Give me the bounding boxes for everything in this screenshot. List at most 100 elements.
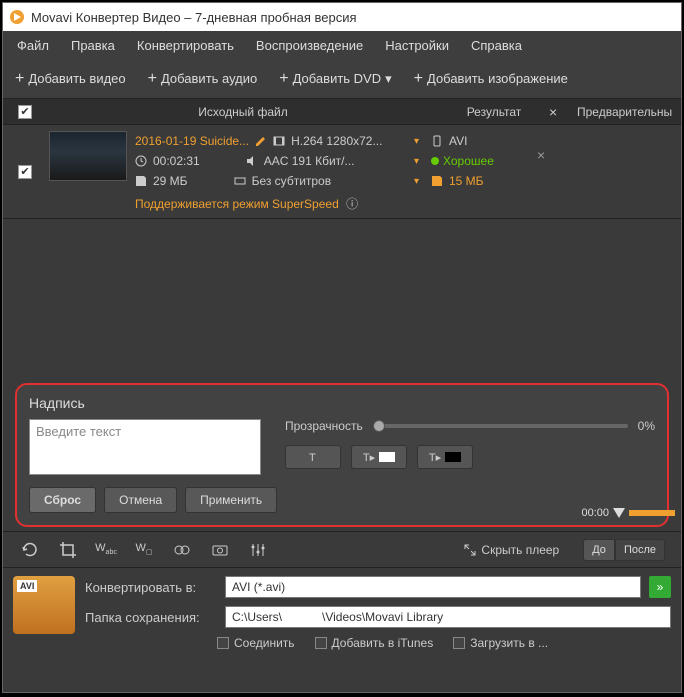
upload-checkbox[interactable]: Загрузить в ...	[453, 636, 548, 650]
watermark-text-icon[interactable]: Wabc	[95, 539, 117, 561]
clock-icon	[135, 155, 147, 167]
source-details: 2016-01-19 Suicide... H.264 1280x72... ▾…	[127, 131, 427, 212]
convert-to-label: Конвертировать в:	[85, 580, 217, 595]
menu-convert[interactable]: Конвертировать	[127, 34, 244, 57]
disk-icon	[431, 175, 443, 187]
add-dvd-label: Добавить DVD	[293, 71, 382, 86]
timeline-time: 00:00	[581, 507, 609, 519]
opacity-slider[interactable]	[373, 424, 628, 428]
header-source: Исходный файл	[47, 105, 439, 119]
menu-edit[interactable]: Правка	[61, 34, 125, 57]
format-icon[interactable]: AVI	[13, 576, 75, 634]
video-dropdown-icon[interactable]: ▾	[414, 136, 419, 147]
add-audio-label: Добавить аудио	[161, 71, 257, 86]
add-image-label: Добавить изображение	[427, 71, 568, 86]
remove-file-icon[interactable]: ×	[537, 131, 557, 212]
caption-text-input[interactable]: Введите текст	[29, 419, 261, 475]
superspeed-note: Поддерживается режим SuperSpeed	[135, 197, 339, 211]
file-name: 2016-01-19 Suicide...	[135, 134, 249, 148]
result-size: 15 МБ	[449, 174, 484, 188]
capture-icon[interactable]	[209, 539, 231, 561]
video-codec: H.264 1280x72...	[291, 134, 382, 148]
titlebar: Movavi Конвертер Видео – 7-дневная пробн…	[3, 3, 681, 31]
effects-icon[interactable]	[171, 539, 193, 561]
select-all-checkbox[interactable]	[18, 105, 32, 119]
join-checkbox[interactable]: Соединить	[217, 636, 295, 650]
menu-settings[interactable]: Настройки	[375, 34, 459, 57]
timeline[interactable]: 00:00	[581, 507, 675, 519]
menu-playback[interactable]: Воспроизведение	[246, 34, 373, 57]
folder-label: Папка сохранения:	[85, 610, 217, 625]
caption-panel: Надпись Введите текст Прозрачность 0% T …	[15, 383, 669, 527]
window-title: Movavi Конвертер Видео – 7-дневная пробн…	[31, 10, 357, 25]
subtitle-dropdown-icon[interactable]: ▾	[414, 176, 419, 187]
convert-to-input[interactable]	[225, 576, 641, 598]
convert-go-button[interactable]: »	[649, 576, 671, 598]
file-checkbox[interactable]	[18, 165, 32, 179]
itunes-checkbox[interactable]: Добавить в iTunes	[315, 636, 434, 650]
file-row[interactable]: 2016-01-19 Suicide... H.264 1280x72... ▾…	[3, 125, 681, 219]
timeline-bar[interactable]	[629, 510, 675, 516]
quality-badge: Хорошее	[431, 154, 494, 168]
add-audio-button[interactable]: +Добавить аудио	[142, 66, 264, 92]
before-button[interactable]: До	[583, 539, 615, 561]
output-panel: AVI Конвертировать в: » Папка сохранения…	[3, 567, 681, 658]
menu-file[interactable]: Файл	[7, 34, 59, 57]
font-button[interactable]: T	[285, 445, 341, 469]
add-video-button[interactable]: +Добавить видео	[9, 66, 132, 92]
text-color-button[interactable]: T▸	[351, 445, 407, 469]
subtitle-icon	[234, 175, 246, 187]
opacity-value: 0%	[638, 419, 655, 433]
watermark-image-icon[interactable]: W▢	[133, 539, 155, 561]
subtitles: Без субтитров	[252, 174, 332, 188]
duration: 00:02:31	[153, 154, 200, 168]
file-size: 29 МБ	[153, 174, 188, 188]
info-icon[interactable]: ⓘ	[346, 197, 358, 211]
audio-dropdown-icon[interactable]: ▾	[414, 156, 419, 167]
empty-area	[3, 219, 681, 379]
add-video-label: Добавить видео	[28, 71, 125, 86]
menu-help[interactable]: Справка	[461, 34, 532, 57]
cancel-button[interactable]: Отмена	[104, 487, 177, 513]
itunes-label: Добавить в iTunes	[332, 636, 434, 650]
svg-text:T: T	[309, 452, 316, 464]
after-button[interactable]: После	[615, 539, 665, 561]
join-label: Соединить	[234, 636, 295, 650]
speaker-icon	[246, 155, 258, 167]
result-details: AVI Хорошее 15 МБ	[427, 131, 537, 212]
audio-codec: AAC 191 Кбит/...	[264, 154, 355, 168]
apply-button[interactable]: Применить	[185, 487, 277, 513]
film-icon	[273, 135, 285, 147]
disk-icon	[135, 175, 147, 187]
chevron-down-icon: ▾	[385, 71, 392, 87]
hide-player-button[interactable]: Скрыть плеер	[463, 543, 559, 557]
hide-player-label: Скрыть плеер	[481, 543, 559, 557]
opacity-label: Прозрачность	[285, 419, 363, 433]
timeline-marker-icon[interactable]	[613, 508, 625, 518]
thumbnail[interactable]	[49, 131, 127, 181]
column-headers: Исходный файл Результат × Предварительны	[3, 99, 681, 125]
close-column-icon[interactable]: ×	[549, 104, 569, 120]
slider-thumb[interactable]	[373, 420, 385, 432]
edit-icon[interactable]	[255, 135, 267, 147]
caption-title: Надпись	[29, 395, 655, 411]
adjust-icon[interactable]	[247, 539, 269, 561]
before-after-toggle[interactable]: До После	[583, 539, 665, 561]
folder-input[interactable]	[225, 606, 671, 628]
result-format: AVI	[449, 134, 467, 148]
menubar: Файл Правка Конвертировать Воспроизведен…	[3, 31, 681, 59]
app-icon	[9, 9, 25, 25]
header-preview: Предварительны	[569, 105, 681, 119]
editor-toolbar: Wabc W▢ Скрыть плеер До После	[3, 531, 681, 567]
add-image-button[interactable]: +Добавить изображение	[408, 66, 574, 92]
format-badge: AVI	[17, 580, 37, 592]
device-icon	[431, 135, 443, 147]
reset-button[interactable]: Сброс	[29, 487, 96, 513]
bg-color-button[interactable]: T▸	[417, 445, 473, 469]
crop-icon[interactable]	[57, 539, 79, 561]
upload-label: Загрузить в ...	[470, 636, 548, 650]
add-dvd-button[interactable]: +Добавить DVD▾	[273, 66, 397, 92]
collapse-icon	[463, 543, 477, 557]
rotate-icon[interactable]	[19, 539, 41, 561]
header-result: Результат	[439, 105, 549, 119]
